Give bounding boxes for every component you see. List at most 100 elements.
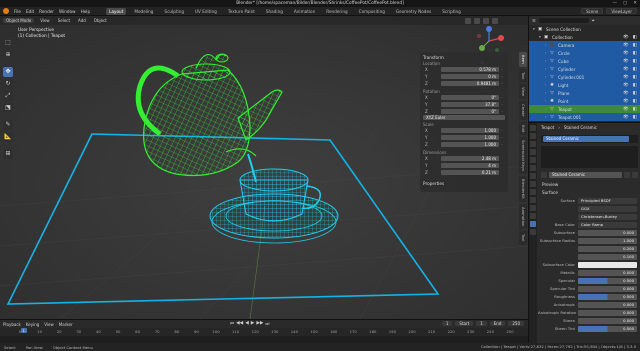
- material-slot-item[interactable]: Stained Ceramic: [543, 136, 629, 142]
- transform-section-header[interactable]: Transform: [423, 54, 505, 61]
- property-value-field[interactable]: 1.000: [578, 237, 637, 244]
- visibility-eye-icon[interactable]: 👁: [623, 35, 629, 40]
- end-frame-field[interactable]: 250: [508, 321, 524, 326]
- outliner-row[interactable]: › ✺ Point 👁 ◧: [529, 97, 640, 105]
- render-camera-icon[interactable]: ◧: [633, 75, 637, 80]
- visibility-eye-icon[interactable]: 👁: [623, 83, 629, 88]
- filter-icon[interactable]: ⏷: [592, 18, 595, 23]
- constraints-tab-icon[interactable]: [530, 205, 536, 211]
- new-material-icon[interactable]: [624, 171, 630, 178]
- property-value-field[interactable]: 0.500: [578, 277, 637, 284]
- render-camera-icon[interactable]: ◧: [633, 115, 637, 120]
- render-camera-icon[interactable]: ◧: [633, 83, 637, 88]
- property-value-field[interactable]: GGX: [578, 205, 637, 212]
- visibility-eye-icon[interactable]: 👁: [623, 67, 629, 72]
- location-z-field[interactable]: 0.9481 m: [441, 80, 499, 86]
- property-value-field[interactable]: 0.500: [578, 325, 637, 332]
- unlink-material-icon[interactable]: [632, 171, 638, 178]
- physics-tab-icon[interactable]: [530, 197, 536, 203]
- render-camera-icon[interactable]: ◧: [633, 43, 637, 48]
- sidebar-tab-item[interactable]: Item: [519, 52, 527, 67]
- tab-layout[interactable]: Layout: [106, 7, 127, 15]
- annotate-tool-icon[interactable]: ✎: [3, 120, 13, 130]
- outliner-row[interactable]: › ▽ Cylinder 👁 ◧: [529, 65, 640, 73]
- menu-help[interactable]: Help: [81, 9, 91, 14]
- menu-window[interactable]: Window: [59, 9, 76, 14]
- lock-icon[interactable]: ·: [499, 128, 505, 133]
- output-tab-icon[interactable]: [530, 141, 536, 147]
- location-x-field[interactable]: 0.578 m: [441, 66, 499, 72]
- properties-editor[interactable]: Teapot › Stained Ceramic Stained Ceramic…: [528, 122, 640, 344]
- play-reverse-icon[interactable]: ◀: [245, 321, 249, 327]
- transform-tool-icon[interactable]: ⬔: [3, 103, 13, 113]
- rotation-z-field[interactable]: 0°: [441, 108, 499, 114]
- tab-animation[interactable]: Animation: [291, 8, 318, 15]
- y-axis-gizmo-icon[interactable]: [479, 45, 485, 51]
- lock-icon[interactable]: ·: [499, 74, 505, 79]
- lock-icon[interactable]: ·: [499, 81, 505, 86]
- dimensions-y-field[interactable]: 4 m: [441, 162, 499, 168]
- current-frame-field[interactable]: 1: [441, 321, 453, 326]
- tab-modeling[interactable]: Modeling: [131, 8, 156, 15]
- timeline-menu-marker[interactable]: Marker: [59, 322, 73, 327]
- material-slot-list[interactable]: Stained Ceramic: [541, 135, 638, 143]
- scene-tab-icon[interactable]: [530, 157, 536, 163]
- object-tab-icon[interactable]: [530, 173, 536, 179]
- property-value-field[interactable]: 0.500: [578, 293, 637, 300]
- solid-shading-button[interactable]: [474, 17, 480, 24]
- timeline-menu-playback[interactable]: Playback: [3, 322, 21, 327]
- outliner-row[interactable]: › ▽ Teapot 👁 ◧: [529, 105, 640, 113]
- tool-tab-icon[interactable]: [530, 125, 536, 131]
- maximize-icon[interactable]: ▢: [623, 0, 627, 7]
- wireframe-shading-button[interactable]: [465, 17, 471, 24]
- menu-add[interactable]: Add: [76, 18, 88, 23]
- render-camera-icon[interactable]: ◧: [633, 99, 637, 104]
- prev-keyframe-icon[interactable]: ◀◀: [236, 321, 243, 327]
- tab-sculpting[interactable]: Sculpting: [161, 8, 187, 15]
- render-camera-icon[interactable]: ◧: [633, 107, 637, 112]
- visibility-eye-icon[interactable]: 👁: [623, 51, 629, 56]
- outliner-row[interactable]: › ✺ Light 👁 ◧: [529, 81, 640, 89]
- visibility-eye-icon[interactable]: 👁: [623, 107, 629, 112]
- jump-end-icon[interactable]: ⏭: [265, 321, 269, 327]
- tab-rendering[interactable]: Rendering: [323, 8, 350, 15]
- view-layer-tab-icon[interactable]: [530, 149, 536, 155]
- jump-start-icon[interactable]: ⏮: [230, 321, 234, 327]
- render-camera-icon[interactable]: ◧: [633, 51, 637, 56]
- blender-logo-icon[interactable]: [3, 8, 9, 14]
- lock-icon[interactable]: ·: [499, 95, 505, 100]
- data-tab-icon[interactable]: [530, 213, 536, 219]
- scale-y-field[interactable]: 1.000: [441, 134, 499, 140]
- close-icon[interactable]: ✕: [633, 0, 637, 7]
- menu-view[interactable]: View: [38, 18, 52, 23]
- material-tab-icon[interactable]: [530, 221, 536, 227]
- render-camera-icon[interactable]: ◧: [633, 67, 637, 72]
- tab-compositing[interactable]: Compositing: [356, 8, 388, 15]
- cursor-tool-icon[interactable]: ⊕: [3, 50, 13, 60]
- x-axis-gizmo-icon[interactable]: [498, 35, 504, 41]
- add-cube-tool-icon[interactable]: ⊞: [3, 149, 13, 159]
- menu-file[interactable]: File: [14, 9, 21, 14]
- outliner-row[interactable]: › 🎥 Camera 👁 ◧: [529, 41, 640, 49]
- sidebar-tab-view[interactable]: View: [519, 84, 527, 100]
- property-value-field[interactable]: [578, 261, 637, 268]
- menu-select[interactable]: Select: [56, 18, 72, 23]
- property-value-field[interactable]: 0.000: [578, 285, 637, 292]
- measure-tool-icon[interactable]: 📐: [3, 132, 13, 142]
- texture-tab-icon[interactable]: [530, 229, 536, 235]
- sidebar-tab-edit[interactable]: Edit: [519, 121, 527, 136]
- scene-selector[interactable]: Scene: [581, 8, 604, 14]
- menu-edit[interactable]: Edit: [26, 9, 34, 14]
- property-value-field[interactable]: 0.000: [578, 317, 637, 324]
- properties-section-header[interactable]: Properties: [420, 180, 508, 188]
- lock-icon[interactable]: ·: [499, 67, 505, 72]
- outliner-search-input[interactable]: [538, 18, 589, 23]
- lock-icon[interactable]: ·: [499, 135, 505, 140]
- outliner-row[interactable]: › ▽ Plane 👁 ◧: [529, 89, 640, 97]
- property-value-field[interactable]: Christensen-Burley: [578, 213, 637, 220]
- tab-uv-editing[interactable]: UV Editing: [192, 8, 220, 15]
- sidebar-tab-blenderkit[interactable]: BlenderKit: [519, 176, 527, 202]
- menu-object[interactable]: Object: [92, 18, 109, 23]
- location-y-field[interactable]: 0 m: [441, 73, 499, 79]
- visibility-eye-icon[interactable]: 👁: [623, 43, 629, 48]
